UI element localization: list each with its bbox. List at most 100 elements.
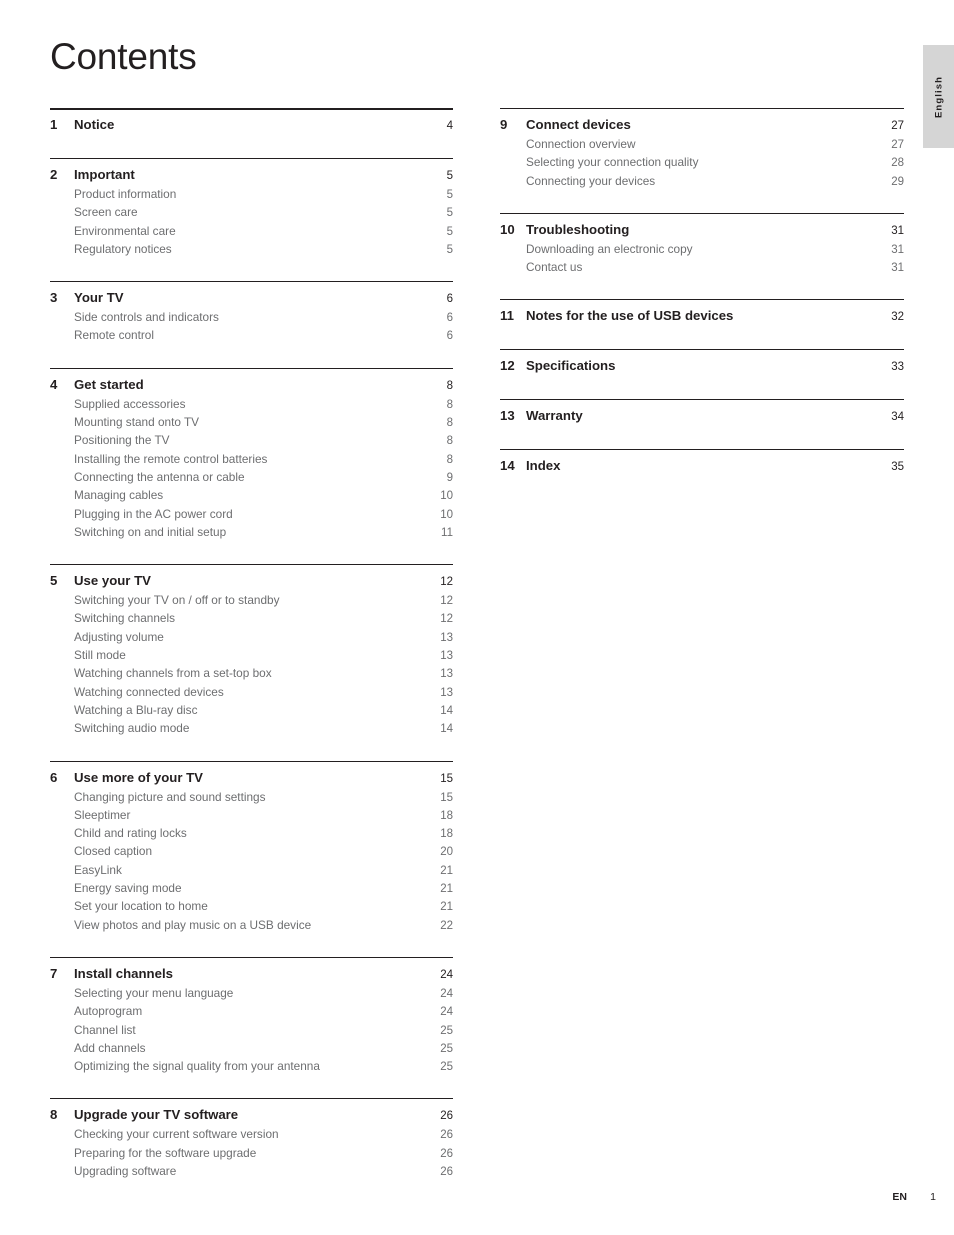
toc-subentry-page-number: 21: [440, 883, 453, 896]
toc-chapter-entry[interactable]: 7 Install channels 24: [50, 964, 453, 985]
toc-subentry-title: Contact us: [526, 260, 583, 275]
toc-subentry[interactable]: Connection overview 27: [500, 136, 904, 154]
toc-subentry[interactable]: Switching on and initial setup 11: [50, 524, 453, 542]
toc-subentry[interactable]: Positioning the TV 8: [50, 432, 453, 450]
toc-subentry[interactable]: Adjusting volume 13: [50, 629, 453, 647]
toc-subentry[interactable]: Preparing for the software upgrade 26: [50, 1145, 453, 1163]
toc-subentry-page-number: 27: [891, 139, 904, 151]
toc-subentry[interactable]: Autoprogram 24: [50, 1003, 453, 1021]
toc-subentry[interactable]: Remote control 6: [50, 327, 453, 345]
toc-subentry[interactable]: Switching audio mode 14: [50, 720, 453, 738]
toc-subentry-title: Downloading an electronic copy: [526, 241, 693, 256]
toc-subentry-page-number: 12: [440, 595, 453, 608]
toc-subentry[interactable]: EasyLink 21: [50, 862, 453, 880]
toc-chapter-title: Get started: [74, 376, 144, 392]
toc-subentry[interactable]: Connecting your devices 29: [500, 173, 904, 191]
toc-subentry-page-number: 5: [446, 225, 453, 238]
toc-subentry[interactable]: Child and rating locks 18: [50, 825, 453, 843]
toc-subentry-list: Downloading an electronic copy 31 Contact …: [500, 241, 904, 278]
toc-subentry-page-number: 13: [440, 631, 453, 644]
toc-chapter: 8 Upgrade your TV software 26 Checking your…: [50, 1098, 453, 1181]
toc-chapter-entry[interactable]: 4 Get started 8: [50, 375, 453, 396]
toc-subentry[interactable]: Add channels 25: [50, 1040, 453, 1058]
toc-subentry[interactable]: Watching channels from a set-top box 13: [50, 665, 453, 683]
toc-chapter-entry[interactable]: 13 Warranty 34: [500, 406, 904, 427]
toc-chapter-entry[interactable]: 3 Your TV 6: [50, 288, 453, 309]
toc-subentry[interactable]: Selecting your connection quality 28: [500, 154, 904, 172]
toc-subentry-list: Connection overview 27 Selecting your conn…: [500, 136, 904, 191]
toc-chapter-entry[interactable]: 8 Upgrade your TV software 26: [50, 1105, 453, 1126]
toc-subentry[interactable]: Watching connected devices 13: [50, 684, 453, 702]
toc-chapter-entry[interactable]: 14 Index 35: [500, 456, 904, 477]
toc-subentry-title: Optimizing the signal quality from your …: [74, 1059, 320, 1074]
toc-subentry[interactable]: Energy saving mode 21: [50, 880, 453, 898]
toc-subentry[interactable]: Set your location to home 21: [50, 898, 453, 916]
toc-chapter-page-number: 8: [446, 379, 453, 392]
toc-chapter-title: Connect devices: [526, 117, 631, 132]
toc-subentry[interactable]: Supplied accessories 8: [50, 396, 453, 414]
toc-chapter-number: 3: [50, 290, 58, 306]
toc-chapter-entry[interactable]: 12 Specifications 33: [500, 356, 904, 377]
toc-chapter-entry[interactable]: 11 Notes for the use of USB devices 32: [500, 306, 904, 327]
toc-subentry[interactable]: Regulatory notices 5: [50, 241, 453, 259]
toc-subentry[interactable]: Mounting stand onto TV 8: [50, 414, 453, 432]
toc-chapter: 7 Install channels 24 Selecting your menu l…: [50, 956, 453, 1076]
toc-subentry[interactable]: Environmental care 5: [50, 223, 453, 241]
toc-chapter-entry[interactable]: 2 Important 5: [50, 165, 453, 186]
toc-subentry[interactable]: Installing the remote control batteries 8: [50, 451, 453, 469]
toc-subentry-page-number: 18: [440, 809, 453, 822]
toc-subentry[interactable]: View photos and play music on a USB devi…: [50, 917, 453, 935]
toc-subentry-title: Watching connected devices: [74, 684, 224, 699]
toc-subentry[interactable]: Contact us 31: [500, 259, 904, 277]
toc-subentry[interactable]: Channel list 25: [50, 1022, 453, 1040]
toc-subentry[interactable]: Product information 5: [50, 186, 453, 204]
toc-subentry[interactable]: Closed caption 20: [50, 843, 453, 861]
toc-subentry[interactable]: Switching your TV on / off or to standby…: [50, 592, 453, 610]
toc-subentry-page-number: 8: [446, 417, 453, 430]
toc-subentry[interactable]: Screen care 5: [50, 204, 453, 222]
toc-subentry[interactable]: Still mode 13: [50, 647, 453, 665]
toc-chapter-number: 13: [500, 408, 515, 424]
toc-subentry[interactable]: Optimizing the signal quality from your …: [50, 1058, 453, 1076]
toc-chapter-title: Troubleshooting: [526, 221, 630, 237]
toc-subentry-list: Supplied accessories 8 Mounting stand onto…: [50, 396, 453, 542]
toc-subentry-page-number: 15: [440, 791, 453, 804]
toc-chapter-page-number: 6: [446, 293, 453, 306]
toc-chapter-entry[interactable]: 10 Troubleshooting 31: [500, 220, 904, 241]
toc-chapter-entry[interactable]: 5 Use your TV 12: [50, 571, 453, 592]
toc-subentry-page-number: 26: [440, 1129, 453, 1142]
toc-chapter-entry[interactable]: 6 Use more of your TV 15: [50, 768, 453, 789]
toc-subentry-title: Connection overview: [526, 137, 636, 151]
toc-subentry[interactable]: Upgrading software 26: [50, 1163, 453, 1181]
toc-subentry[interactable]: Changing picture and sound settings 15: [50, 789, 453, 807]
toc-subentry-list: Switching your TV on / off or to standby…: [50, 592, 453, 738]
toc-subentry-list: Selecting your menu language 24 Autoprogra…: [50, 985, 453, 1076]
toc-subentry-page-number: 6: [446, 312, 453, 325]
toc-subentry-page-number: 14: [440, 723, 453, 736]
toc-subentry[interactable]: Sleeptimer 18: [50, 807, 453, 825]
toc-subentry[interactable]: Switching channels 12: [50, 610, 453, 628]
toc-subentry[interactable]: Managing cables 10: [50, 487, 453, 505]
toc-chapter-entry[interactable]: 9 Connect devices 27: [500, 115, 904, 136]
toc-subentry-title: Regulatory notices: [74, 241, 172, 256]
toc-column-left: 1 Notice 4 2 Important 5 Product information 5 S…: [50, 108, 453, 1203]
toc-subentry-title: Switching on and initial setup: [74, 524, 227, 539]
toc-subentry[interactable]: Selecting your menu language 24: [50, 985, 453, 1003]
toc-subentry[interactable]: Downloading an electronic copy 31: [500, 241, 904, 259]
toc-chapter: 2 Important 5 Product information 5 Screen ca…: [50, 158, 453, 259]
toc-subentry[interactable]: Connecting the antenna or cable 9: [50, 469, 453, 487]
toc-subentry[interactable]: Checking your current software version 26: [50, 1126, 453, 1144]
toc-chapter: 12 Specifications 33: [500, 349, 904, 377]
toc-subentry[interactable]: Watching a Blu-ray disc 14: [50, 702, 453, 720]
toc-chapter-entry[interactable]: 1 Notice 4: [50, 115, 453, 136]
toc-subentry-title: Positioning the TV: [74, 433, 170, 448]
toc-subentry-page-number: 21: [440, 901, 453, 914]
toc-subentry[interactable]: Plugging in the AC power cord 10: [50, 506, 453, 524]
toc-subentry-title: Supplied accessories: [74, 396, 186, 411]
toc-chapter-page-number: 33: [891, 361, 904, 374]
toc-chapter-number: 6: [50, 769, 58, 785]
toc-subentry[interactable]: Side controls and indicators 6: [50, 309, 453, 327]
toc-chapter-title: Notes for the use of USB devices: [526, 308, 734, 324]
page-footer: EN 1: [0, 1191, 954, 1207]
toc-chapter-page-number: 12: [440, 576, 453, 589]
